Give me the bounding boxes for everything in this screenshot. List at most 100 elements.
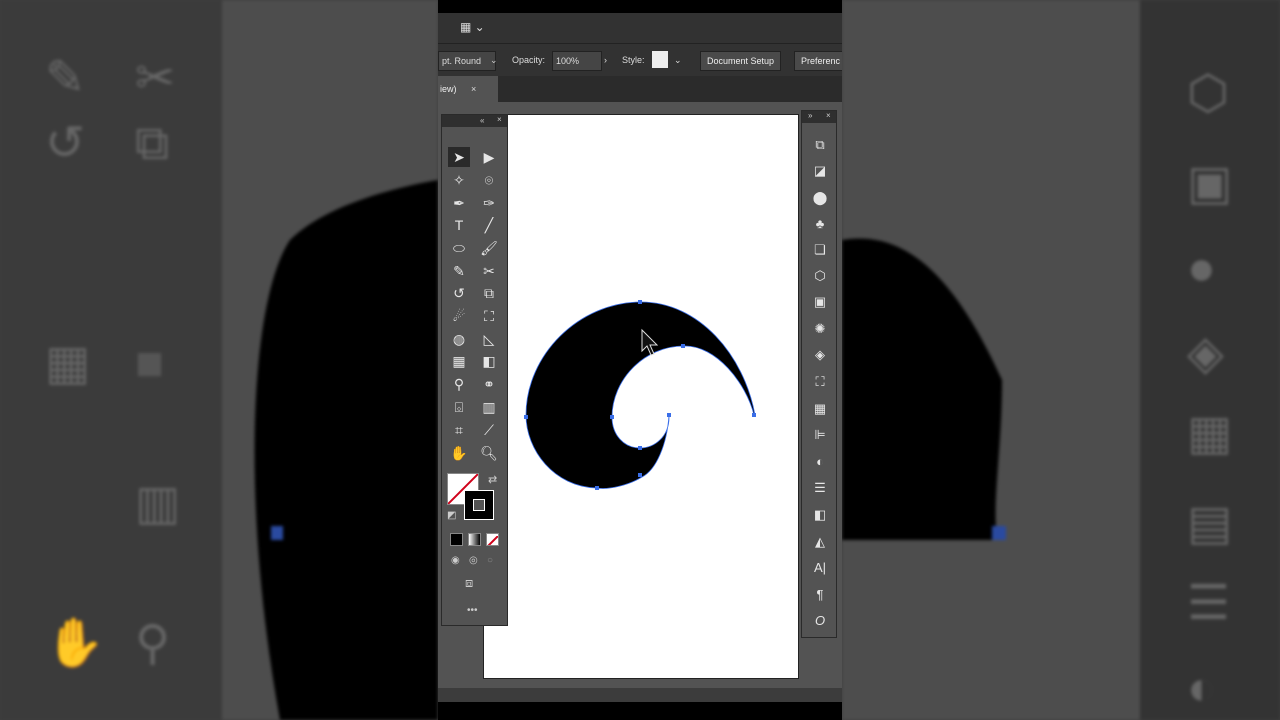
panel-dock-header[interactable]: » × bbox=[802, 111, 836, 123]
canvas-workspace[interactable]: « × ➤ ▶ ✧ ⌾ ✒ ✑ T ╱ ⬭ 🖌 ✎ ✂ ↺ ⧉ ☄ ⛶ ◍ ◺ … bbox=[438, 102, 842, 690]
draw-inside-icon[interactable]: ○ bbox=[487, 555, 493, 566]
transparency-icon[interactable]: ◭ bbox=[810, 532, 830, 552]
bg-grid-icon: ▤ bbox=[1187, 497, 1233, 550]
scale-tool-icon[interactable]: ⧉ bbox=[478, 283, 500, 303]
magic-wand-tool-icon[interactable]: ✧ bbox=[448, 170, 470, 190]
preferences-button[interactable]: Preferenc bbox=[794, 51, 842, 71]
menu-bar: ▦ ⌄ bbox=[438, 13, 842, 43]
character-icon[interactable]: A| bbox=[810, 558, 830, 578]
close-icon[interactable]: × bbox=[471, 76, 476, 102]
bg-3d-icon: ⬡ bbox=[1187, 67, 1229, 120]
pen-tool-icon[interactable]: ✒ bbox=[448, 193, 470, 213]
opacity-label: Opacity: bbox=[512, 55, 546, 65]
rotate-tool-icon[interactable]: ↺ bbox=[448, 283, 470, 303]
paintbrush-tool-icon[interactable]: 🖌 bbox=[478, 238, 500, 258]
opacity-field[interactable]: 100% bbox=[552, 51, 602, 71]
type-tool-icon[interactable]: T bbox=[448, 215, 470, 235]
none-mode-icon[interactable] bbox=[486, 533, 499, 546]
stroke-profile-dropdown[interactable]: pt. Round bbox=[438, 51, 496, 71]
bg-color-icon: ◐ bbox=[1187, 662, 1216, 715]
3d-icon[interactable]: ⬡ bbox=[810, 266, 830, 286]
stroke-swatch[interactable] bbox=[464, 490, 494, 520]
symbols-icon[interactable]: ♣ bbox=[810, 214, 830, 234]
collapse-icon[interactable]: « bbox=[480, 116, 484, 125]
chevron-down-icon[interactable]: ⌄ bbox=[674, 51, 682, 69]
style-label: Style: bbox=[622, 55, 645, 65]
artboard[interactable] bbox=[483, 114, 799, 679]
more-tools-icon[interactable]: ••• bbox=[467, 605, 478, 616]
layers-icon[interactable]: ◈ bbox=[810, 345, 830, 365]
style-swatch[interactable] bbox=[652, 51, 668, 68]
paragraph-icon[interactable]: ¶ bbox=[810, 585, 830, 605]
zoom-tool-icon[interactable]: 🔍︎ bbox=[478, 443, 500, 463]
artboards-icon[interactable]: ⛶ bbox=[810, 372, 830, 392]
background-blur-right: ⬡ ▣ ● ◈ ▦ ▤ ☰ ◐ bbox=[842, 0, 1280, 720]
tools-panel-header[interactable]: « × bbox=[442, 115, 507, 127]
screen-mode-icon[interactable]: ⧈ bbox=[465, 575, 473, 591]
ellipse-tool-icon[interactable]: ⬭ bbox=[448, 238, 470, 258]
artboard-tool-icon[interactable]: ⌗ bbox=[448, 420, 470, 440]
close-icon[interactable]: × bbox=[826, 111, 831, 120]
blend-tool-icon[interactable]: ⚭ bbox=[478, 374, 500, 394]
swap-icon[interactable]: ⇄ bbox=[488, 473, 497, 486]
align-icon[interactable]: ⊫ bbox=[810, 425, 830, 445]
symbol-sprayer-tool-icon[interactable]: ⌺ bbox=[448, 397, 470, 417]
opentype-icon[interactable]: O bbox=[810, 611, 830, 631]
bg-artboards-icon: ▦ bbox=[1187, 407, 1233, 460]
document-tab[interactable]: iew) × bbox=[438, 76, 498, 102]
direct-selection-tool-icon[interactable]: ▶ bbox=[478, 147, 500, 167]
bg-layers-icon: ◈ bbox=[1187, 327, 1224, 380]
column-graph-tool-icon[interactable]: ▥ bbox=[478, 397, 500, 417]
gradient-tool-icon[interactable]: ◧ bbox=[478, 351, 500, 371]
document-tab-bar: iew) × bbox=[438, 76, 842, 102]
warp-tool-icon[interactable]: ☄ bbox=[448, 306, 470, 326]
chevron-down-icon[interactable]: ⌄ bbox=[490, 51, 498, 69]
curvature-tool-icon[interactable]: ✑ bbox=[478, 193, 500, 213]
stroke-icon[interactable]: ☰ bbox=[810, 478, 830, 498]
pathfinder-icon[interactable]: ◪ bbox=[810, 161, 830, 181]
gradient-mode-icon[interactable] bbox=[468, 533, 481, 546]
grid-icon[interactable]: ▦ bbox=[810, 399, 830, 419]
shape-builder-tool-icon[interactable]: ◍ bbox=[448, 329, 470, 349]
selection-tool-icon[interactable]: ➤ bbox=[448, 147, 470, 167]
perspective-grid-tool-icon[interactable]: ◺ bbox=[478, 329, 500, 349]
illustrator-window: ▦ ⌄ pt. Round ⌄ Opacity: 100% › Style: ⌄… bbox=[438, 0, 842, 720]
workspace-switcher-icon[interactable]: ▦ ⌄ bbox=[460, 20, 485, 34]
bottom-black-bar bbox=[438, 702, 842, 720]
swatch-book-icon[interactable]: ▣ bbox=[810, 292, 830, 312]
scissors-tool-icon[interactable]: ✂ bbox=[478, 261, 500, 281]
tools-panel: « × ➤ ▶ ✧ ⌾ ✒ ✑ T ╱ ⬭ 🖌 ✎ ✂ ↺ ⧉ ☄ ⛶ ◍ ◺ … bbox=[441, 114, 508, 626]
shaper-tool-icon[interactable]: ✎ bbox=[448, 261, 470, 281]
draw-normal-icon[interactable]: ◉ bbox=[451, 555, 460, 566]
gradient-icon[interactable]: ◧ bbox=[810, 505, 830, 525]
bg-appearance-icon: ● bbox=[1187, 242, 1216, 295]
eyedropper-tool-icon[interactable]: ⚲ bbox=[448, 374, 470, 394]
libraries-icon[interactable]: ❏ bbox=[810, 240, 830, 260]
horizontal-scrollbar[interactable] bbox=[438, 688, 842, 702]
swirl-shape[interactable] bbox=[484, 115, 798, 678]
bg-mesh-icon: ▦ bbox=[45, 337, 91, 390]
expand-icon[interactable]: » bbox=[808, 111, 812, 120]
free-transform-tool-icon[interactable]: ⛶ bbox=[478, 306, 500, 326]
mesh-tool-icon[interactable]: ▦ bbox=[448, 351, 470, 371]
draw-behind-icon[interactable]: ◎ bbox=[469, 555, 478, 566]
bg-scissors-icon: ✂ bbox=[135, 52, 176, 105]
default-colors-icon[interactable]: ◩ bbox=[447, 510, 456, 521]
color-mode-icon[interactable] bbox=[450, 533, 463, 546]
document-tab-title: iew) bbox=[440, 84, 457, 94]
document-setup-button[interactable]: Document Setup bbox=[700, 51, 782, 71]
bg-graph-icon: ▥ bbox=[135, 477, 181, 530]
background-blur-left: ✎ ✂ ↺ ⧉ ▦ ■ ✋ ⚲ ▥ bbox=[0, 0, 438, 720]
close-icon[interactable]: × bbox=[497, 115, 502, 124]
appearance-icon[interactable]: ✺ bbox=[810, 319, 830, 339]
shapes-icon[interactable]: ⬤ bbox=[810, 188, 830, 208]
hand-tool-icon[interactable]: ✋ bbox=[448, 443, 470, 463]
bg-hand-icon: ✋ bbox=[45, 617, 105, 670]
chevron-right-icon[interactable]: › bbox=[604, 51, 607, 69]
transform-icon[interactable]: ⧉ bbox=[810, 135, 830, 155]
bg-shaper-icon: ✎ bbox=[45, 52, 86, 105]
lasso-tool-icon[interactable]: ⌾ bbox=[478, 170, 500, 190]
color-icon[interactable]: ◐ bbox=[810, 452, 830, 472]
slice-tool-icon[interactable]: ⟋ bbox=[478, 420, 500, 440]
line-segment-tool-icon[interactable]: ╱ bbox=[478, 215, 500, 235]
